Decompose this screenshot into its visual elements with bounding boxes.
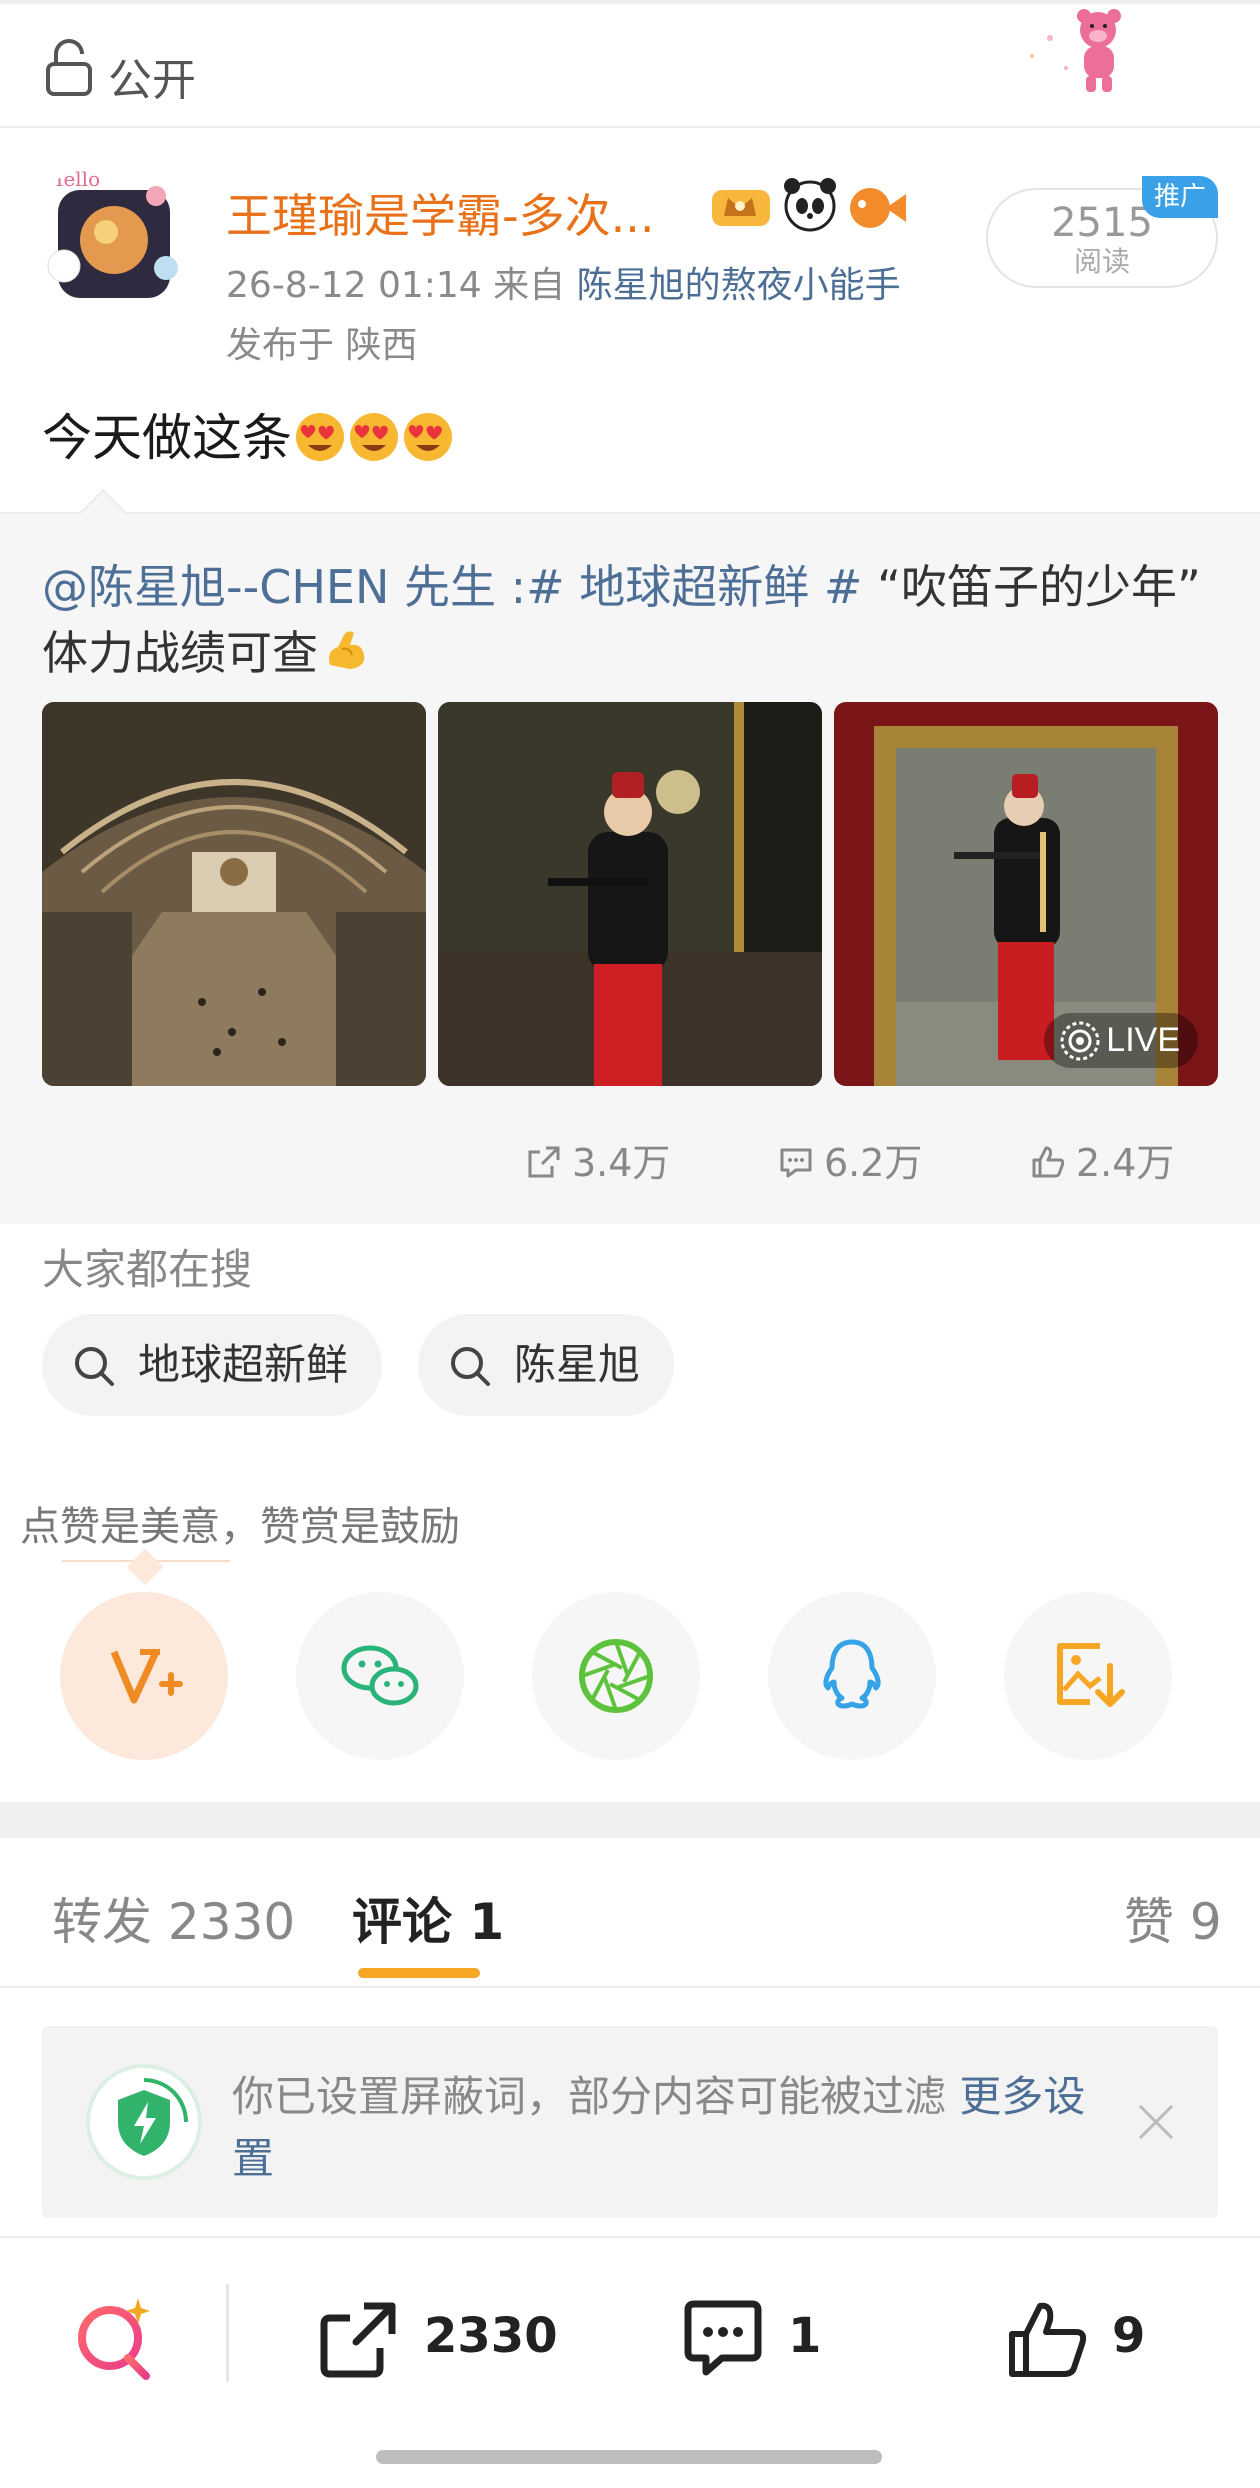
- qq-icon: [823, 1639, 881, 1709]
- flute-boy-photo[interactable]: [438, 702, 822, 1086]
- hot-search-title: 大家都在搜: [42, 1245, 253, 1294]
- thumbs-up-icon: [1032, 1146, 1065, 1178]
- post-text: 今天做这条: [42, 398, 454, 470]
- moments-share-button[interactable]: [532, 1592, 700, 1760]
- repost-like-stat[interactable]: 2.4万: [1028, 1132, 1174, 1187]
- bottom-separator: [226, 2284, 229, 2382]
- wechat-icon: [341, 1645, 419, 1706]
- repost-text: @陈星旭--CHEN 先生 :# 地球超新鲜 # “吹笛子的少年” 体力战绩可查: [42, 554, 1222, 686]
- crown-badge-icon: [712, 190, 770, 226]
- source-link[interactable]: 陈星旭的熬夜小能手: [577, 265, 901, 306]
- avatar[interactable]: Hello: [36, 156, 192, 312]
- live-badge[interactable]: LIVE: [1044, 1013, 1198, 1068]
- comment-count: 1: [788, 2308, 822, 2364]
- search-chip-1[interactable]: 地球超新鲜: [42, 1314, 383, 1416]
- tab-comment[interactable]: 评论 1: [352, 1882, 504, 1954]
- comment-count: 6.2万: [824, 1141, 923, 1185]
- live-label: LIVE: [1106, 1021, 1180, 1059]
- visibility-label[interactable]: 公开: [108, 44, 196, 108]
- home-indicator[interactable]: [376, 2450, 882, 2464]
- comment-icon: [780, 1148, 812, 1178]
- notice-body: 你已设置屏蔽词，部分内容可能被过滤: [232, 2072, 960, 2121]
- share-count: 3.4万: [572, 1141, 671, 1185]
- repost-colon: :: [496, 560, 527, 614]
- heart-eyes-emoji: [350, 413, 398, 461]
- source-prefix: 来自: [493, 265, 566, 306]
- search-chip-label: 地球超新鲜: [138, 1340, 349, 1389]
- museum-hall-photo[interactable]: [42, 702, 426, 1086]
- close-icon[interactable]: [1134, 2100, 1178, 2144]
- live-icon: [1060, 1021, 1100, 1061]
- moments-icon: [579, 1639, 653, 1713]
- qq-share-button[interactable]: [768, 1592, 936, 1760]
- active-tab-indicator: [358, 1968, 480, 1978]
- author-header: Hello 王瑾瑜是学霸-多次... 26-8-12 01:14 来自 陈星旭的…: [0, 130, 1260, 370]
- reward-v-plus-icon: [110, 1649, 183, 1704]
- tab-repost[interactable]: 转发 2330: [52, 1882, 295, 1954]
- repost-quote: “吹笛子的少年”: [862, 560, 1201, 614]
- flute-painting-photo[interactable]: LIVE: [834, 702, 1218, 1086]
- search-icon: [451, 1347, 490, 1386]
- fish-badge-icon: [850, 188, 906, 228]
- notice-text: 你已设置屏蔽词，部分内容可能被过滤 更多设置: [232, 2066, 1112, 2190]
- repost-button[interactable]: 2330: [312, 2286, 558, 2386]
- thumbs-up-icon: [1009, 2302, 1087, 2377]
- reposted-card[interactable]: @陈星旭--CHEN 先生 :# 地球超新鲜 # “吹笛子的少年” 体力战绩可查: [0, 488, 1260, 1224]
- panda-badge-icon: [784, 178, 836, 232]
- share-icon: [320, 2302, 396, 2378]
- section-divider: [0, 1802, 1260, 1838]
- share-icon: [528, 1146, 560, 1178]
- post-time: 26-8-12 01:14: [226, 265, 482, 306]
- pink-bear-sticker: [1030, 9, 1121, 92]
- author-badges: [712, 178, 906, 232]
- tip-arrow: [126, 1548, 164, 1586]
- mention-link[interactable]: @陈星旭--CHEN 先生: [42, 560, 496, 614]
- save-image-icon: [1057, 1643, 1125, 1707]
- post-meta: 26-8-12 01:14 来自 陈星旭的熬夜小能手: [226, 256, 901, 308]
- search-chip-label: 陈星旭: [514, 1340, 641, 1389]
- like-button[interactable]: 9: [1000, 2286, 1145, 2386]
- shield-icon: [86, 2064, 202, 2180]
- repost-share-stat[interactable]: 3.4万: [524, 1132, 670, 1187]
- read-label: 阅读: [1073, 245, 1130, 278]
- save-image-button[interactable]: [1004, 1592, 1172, 1760]
- image-grid: LIVE: [42, 702, 1218, 1086]
- like-count: 2.4万: [1076, 1141, 1175, 1185]
- filter-notice: 你已设置屏蔽词，部分内容可能被过滤 更多设置: [42, 2026, 1218, 2218]
- reward-tip: 点赞是美意，赞赏是鼓励: [20, 1504, 460, 1550]
- like-count: 9: [1112, 2308, 1146, 2364]
- search-icon: [75, 1347, 114, 1386]
- post-location: 发布于 陕西: [226, 325, 418, 366]
- comment-icon: [684, 2300, 762, 2376]
- search-chip-2[interactable]: 陈星旭: [418, 1314, 675, 1416]
- heart-eyes-emoji: [404, 413, 452, 461]
- repost-comment-stat[interactable]: 6.2万: [776, 1132, 922, 1187]
- repost-stats: 3.4万 6.2万 2.4万: [0, 1132, 1260, 1192]
- lock-open-icon[interactable]: [44, 38, 94, 98]
- heart-eyes-emoji: [296, 413, 344, 461]
- interaction-tabs: 转发 2330 评论 1 赞 9: [0, 1838, 1260, 1988]
- hashtag-link[interactable]: # 地球超新鲜 #: [526, 560, 862, 614]
- wechat-share-button[interactable]: [296, 1592, 464, 1760]
- author-name[interactable]: 王瑾瑜是学霸-多次...: [226, 180, 654, 246]
- svg-text:Hello: Hello: [46, 167, 100, 191]
- tab-like[interactable]: 赞 9: [1124, 1882, 1222, 1954]
- reward-button[interactable]: [60, 1592, 228, 1760]
- flexed-biceps-emoji: [329, 631, 365, 669]
- post-body: 今天做这条: [42, 409, 292, 467]
- comment-button[interactable]: 1: [676, 2286, 821, 2386]
- promo-tag[interactable]: 推广: [1142, 176, 1218, 218]
- repost-line2: 体力战绩可查: [42, 626, 318, 680]
- ai-search-icon[interactable]: [70, 2290, 162, 2382]
- repost-count: 2330: [424, 2308, 558, 2364]
- repost-notch: [78, 488, 128, 538]
- top-bar: 公开: [0, 0, 1260, 128]
